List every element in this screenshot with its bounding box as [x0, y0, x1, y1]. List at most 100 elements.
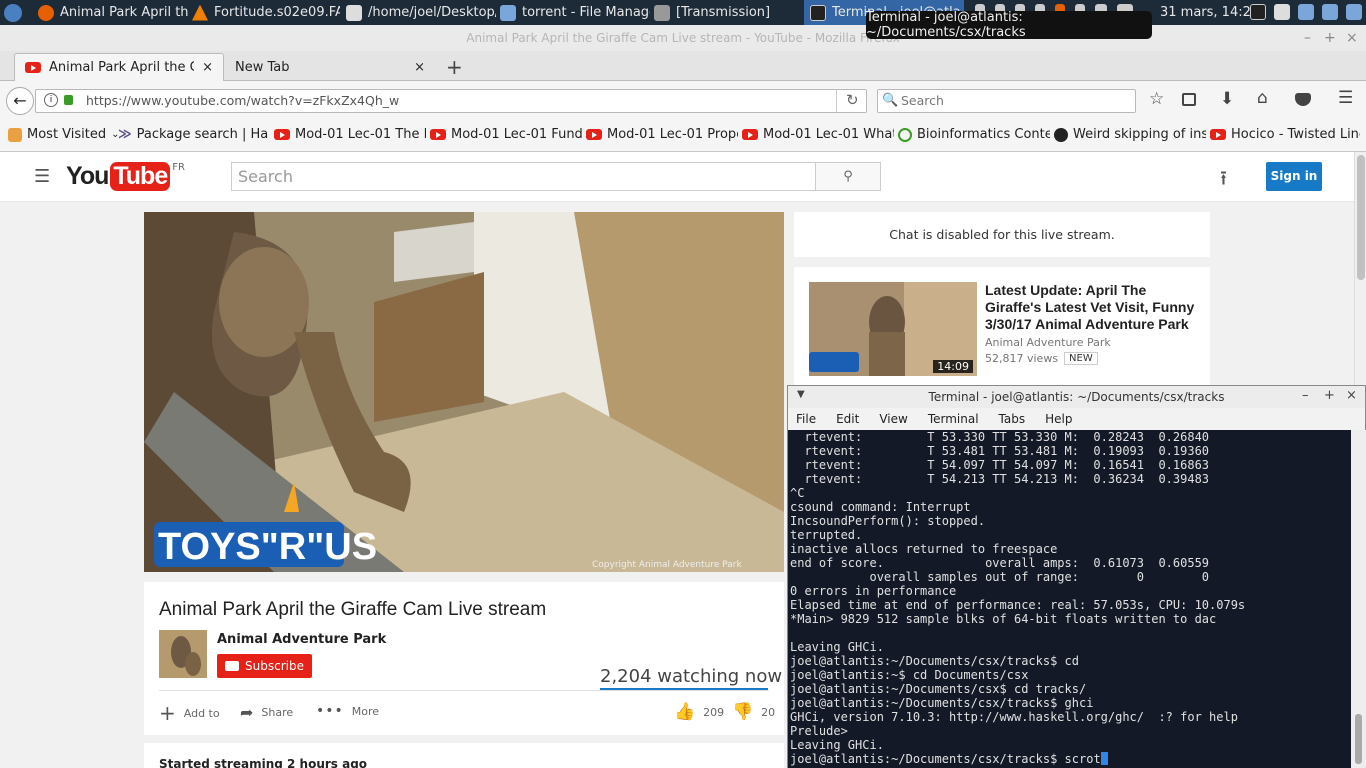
tab-close-icon[interactable]: × [202, 60, 213, 75]
close-icon[interactable]: × [1346, 388, 1357, 403]
new-tab-plus-icon[interactable]: + [446, 55, 463, 79]
search-placeholder: Search [901, 93, 944, 108]
minimize-icon[interactable]: – [1302, 388, 1309, 403]
tab-new-tab[interactable]: New Tab × [225, 53, 435, 81]
suggested-video-card[interactable]: 14:09 Latest Update: April The Giraffe's… [794, 267, 1210, 397]
channel-name[interactable]: Animal Adventure Park [217, 632, 386, 647]
terminal-launcher-icon[interactable] [1250, 4, 1266, 20]
search-bar[interactable]: 🔍 Search [877, 89, 1136, 113]
sign-in-button[interactable]: Sign in [1266, 162, 1322, 191]
add-to-button[interactable]: + Add to [159, 701, 220, 725]
bookmark-star-icon[interactable]: ☆ [1149, 89, 1164, 109]
like-count: 209 [703, 705, 725, 719]
navigation-toolbar: ← i https://www.youtube.com/watch?v=zFkx… [0, 81, 1366, 119]
thumbs-up-icon: 👍 [674, 702, 696, 722]
info-icon[interactable]: i [44, 93, 58, 107]
toys-r-us-logo: TOYS"R"US [158, 526, 377, 568]
firefox-icon [38, 4, 54, 21]
taskbar-item-file-manager[interactable]: torrent - File Manager [500, 0, 650, 25]
desktop-launcher-icon[interactable] [1322, 4, 1338, 20]
video-player[interactable]: TOYS"R"US Copyright Animal Adventure Par… [144, 212, 784, 572]
tab-bar: Animal Park April the Gir... × New Tab ×… [0, 51, 1366, 81]
menu-tabs[interactable]: Tabs [999, 408, 1026, 430]
bookmark-bioinformatics[interactable]: Bioinformatics Conte... [898, 127, 1050, 142]
thumbs-down-icon: 👎 [732, 702, 754, 722]
editor-launcher-icon[interactable] [1274, 4, 1290, 20]
scrollbar-thumb[interactable] [1357, 155, 1365, 280]
bookmark-weird-skipping[interactable]: Weird skipping of inst... [1054, 127, 1206, 142]
share-button[interactable]: ➦ Share [240, 703, 293, 722]
more-label: More [351, 704, 380, 718]
menu-edit[interactable]: Edit [836, 408, 859, 430]
youtube-search-input[interactable]: Search [231, 162, 816, 191]
bookmark-mod01-1[interactable]: Mod-01 Lec-01 The I... [274, 127, 426, 142]
terminal-prompt-line[interactable]: joel@atlantis:~/Documents/csx/tracks$ sc… [790, 752, 1349, 766]
menu-view[interactable]: View [879, 408, 907, 430]
guide-menu-icon[interactable]: ☰ [34, 166, 50, 187]
folder-launcher-icon[interactable] [1298, 4, 1314, 20]
dislike-button[interactable]: 👎 20 [732, 702, 775, 722]
taskbar-item-vlc[interactable]: Fortitude.s02e09.FA... [192, 0, 340, 25]
pocket-icon[interactable] [1295, 93, 1311, 106]
menu-terminal[interactable]: Terminal [928, 408, 979, 430]
clock[interactable]: 31 mars, 14:24 [1160, 5, 1259, 20]
terminal-icon [810, 4, 826, 21]
video-info-card: Animal Park April the Giraffe Cam Live s… [144, 582, 784, 735]
bookmark-hocico[interactable]: Hocico - Twisted Line... [1210, 127, 1360, 142]
maximize-icon[interactable]: + [1324, 388, 1335, 403]
youtube-search-button[interactable]: ⚲ [815, 162, 881, 191]
stackexchange-icon [898, 127, 912, 142]
tab-close-icon[interactable]: × [414, 60, 425, 75]
terminal-input: scrot [1064, 752, 1101, 766]
terminal-line: Leaving GHCi. [790, 738, 884, 752]
download-icon[interactable]: ⬇ [1220, 89, 1234, 109]
suggested-video-thumbnail[interactable]: 14:09 [809, 282, 977, 376]
bookmark-package-search[interactable]: ≫ Package search | Ha... [118, 127, 268, 142]
bookmark-mod01-4[interactable]: Mod-01 Lec-01 What ... [742, 127, 894, 142]
whisker-menu-icon[interactable] [4, 4, 22, 22]
more-button[interactable]: ••• More [316, 703, 379, 719]
taskbar-item-firefox[interactable]: Animal Park April th... [38, 0, 188, 25]
terminal-titlebar[interactable]: ▼ Terminal - joel@atlantis: ~/Documents/… [788, 386, 1365, 408]
minimize-icon[interactable]: – [1304, 25, 1311, 51]
reload-icon[interactable]: ↻ [846, 91, 859, 109]
bookmark-label: Mod-01 Lec-01 Funda... [451, 127, 582, 142]
tab-youtube[interactable]: Animal Park April the Gir... × [14, 53, 224, 81]
youtube-logo[interactable]: You Tube FR [66, 162, 185, 191]
youtube-favicon-icon [742, 129, 758, 140]
menu-file[interactable]: File [796, 408, 816, 430]
channel-avatar[interactable] [159, 630, 207, 678]
reading-list-icon[interactable] [1182, 93, 1196, 106]
window-title: Animal Park April the Giraffe Cam Live s… [466, 31, 900, 45]
tab-label: Animal Park April the Gir... [49, 60, 194, 75]
bookmark-mod01-3[interactable]: Mod-01 Lec-01 Prope... [586, 127, 738, 142]
subscribe-button[interactable]: Subscribe [217, 654, 312, 678]
back-arrow-icon[interactable]: ← [6, 87, 34, 115]
terminal-scrollbar-thumb[interactable] [1355, 714, 1362, 764]
share-label: Share [261, 706, 294, 719]
terminal-scrollbar[interactable] [1351, 430, 1366, 768]
upload-icon[interactable]: ⭱ [1220, 164, 1227, 198]
like-button[interactable]: 👍 209 [674, 702, 724, 722]
taskbar-item-editor[interactable]: /home/joel/Desktop/... [346, 0, 496, 25]
bookmark-most-visited[interactable]: Most Visited ⌄ [8, 127, 120, 142]
description-card: Started streaming 2 hours ago [144, 743, 784, 768]
taskbar-item-transmission[interactable]: [Transmission] [654, 0, 800, 25]
taskbar-item-label: /home/joel/Desktop/... [368, 5, 496, 20]
search-engine-icon[interactable]: 🔍 [882, 93, 898, 108]
terminal-output[interactable]: rtevent: T 53.330 TT 53.330 M: 0.28243 0… [788, 430, 1351, 768]
bookmark-label: Mod-01 Lec-01 The I... [295, 127, 426, 142]
terminal-line: rtevent: T 53.481 TT 53.481 M: 0.19093 0… [790, 444, 1210, 458]
hamburger-menu-icon[interactable]: ☰ [1338, 88, 1353, 108]
home-launcher-icon[interactable] [1346, 4, 1362, 20]
secure-lock-icon[interactable] [64, 95, 73, 105]
menu-help[interactable]: Help [1045, 408, 1072, 430]
home-icon[interactable]: ⌂ [1257, 88, 1268, 108]
close-icon[interactable]: × [1346, 25, 1358, 51]
suggested-video-title[interactable]: Latest Update: April The Giraffe's Lates… [985, 282, 1195, 333]
bookmark-mod01-2[interactable]: Mod-01 Lec-01 Funda... [430, 127, 582, 142]
maximize-icon[interactable]: + [1324, 25, 1336, 51]
url-bar[interactable]: i https://www.youtube.com/watch?v=zFkxZx… [35, 89, 867, 113]
suggested-views: 52,817 views [985, 352, 1059, 365]
